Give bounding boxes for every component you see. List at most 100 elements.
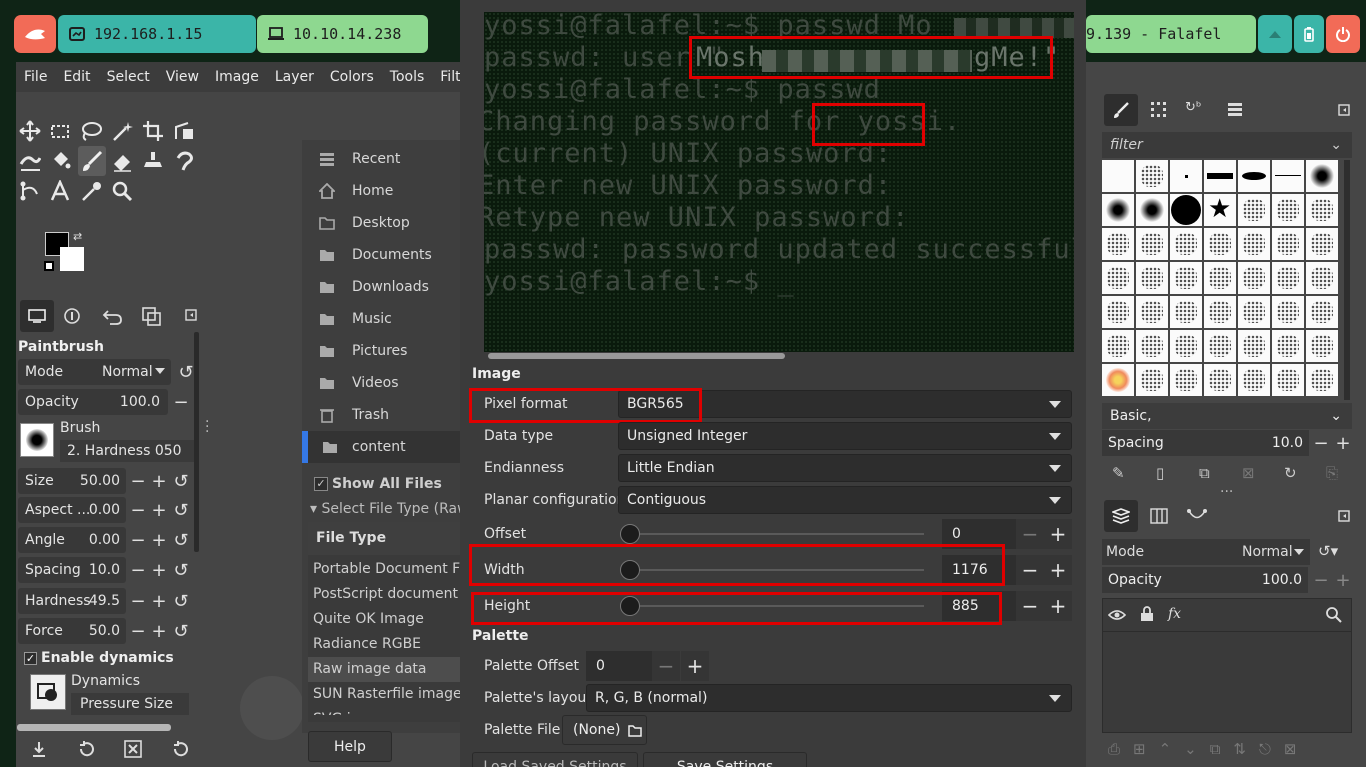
- endianness-combo[interactable]: Little Endian: [618, 454, 1072, 482]
- file-type-row[interactable]: Radiance RGBE: [308, 632, 460, 657]
- palette-offset-plus[interactable]: +: [681, 651, 709, 681]
- channels-tab-icon[interactable]: [1150, 508, 1168, 524]
- delete-brush-icon[interactable]: ⊠: [1242, 464, 1255, 482]
- brush-thumbnail[interactable]: [1204, 296, 1236, 328]
- place-content[interactable]: content: [302, 431, 460, 463]
- brush-thumbnail[interactable]: [1306, 364, 1338, 396]
- brush-thumbnail[interactable]: [1102, 296, 1134, 328]
- rect-select-tool-icon[interactable]: [47, 118, 73, 144]
- file-type-row[interactable]: SVG image: [308, 707, 460, 715]
- layers-tab[interactable]: [1104, 500, 1138, 532]
- brush-thumbnail[interactable]: [1306, 228, 1338, 260]
- layer-mode-reset-icon[interactable]: ↺▾: [1318, 542, 1338, 560]
- spacing-plus[interactable]: +: [148, 559, 170, 581]
- edit-brush-icon[interactable]: ✎: [1112, 464, 1125, 482]
- brush-thumbnail[interactable]: [1204, 364, 1236, 396]
- menu-view[interactable]: View: [158, 69, 207, 85]
- effects-fx-icon[interactable]: fx: [1168, 606, 1181, 622]
- width-minus[interactable]: −: [1016, 555, 1044, 585]
- force-plus[interactable]: +: [148, 620, 170, 642]
- file-type-expander[interactable]: ▾ Select File Type (Raw i: [310, 501, 477, 517]
- brush-thumbnail[interactable]: [1204, 160, 1236, 192]
- menu-edit[interactable]: Edit: [55, 69, 98, 85]
- dynamics-preview[interactable]: [30, 674, 66, 710]
- tab-192-168-1-15[interactable]: 192.168.1.15: [58, 15, 256, 53]
- layer-opacity-slider[interactable]: Opacity 100.0: [1102, 567, 1308, 593]
- place-downloads[interactable]: Downloads: [302, 271, 460, 303]
- brushes-dock-menu-icon[interactable]: [1338, 104, 1350, 116]
- dock-menu-icon[interactable]: [185, 309, 197, 321]
- brush-thumbnail[interactable]: [1136, 194, 1168, 226]
- brush-thumbnail[interactable]: [1102, 194, 1134, 226]
- palette-offset-input[interactable]: 0: [586, 651, 652, 681]
- planar-config-combo[interactable]: Contiguous: [618, 486, 1072, 514]
- place-trash[interactable]: Trash: [302, 399, 460, 431]
- preview-hscrollbar[interactable]: [488, 353, 785, 359]
- enable-dynamics-checkbox[interactable]: ✓: [24, 652, 37, 665]
- mode-combo[interactable]: Mode Normal: [18, 359, 171, 385]
- file-type-row[interactable]: SUN Rasterfile image: [308, 682, 460, 707]
- battery-button[interactable]: [1294, 15, 1324, 53]
- load-saved-settings-button[interactable]: Load Saved Settings: [472, 752, 638, 767]
- height-plus[interactable]: +: [1044, 591, 1072, 621]
- unified-transform-tool-icon[interactable]: [171, 118, 197, 144]
- new-brush-icon[interactable]: ▯: [1156, 464, 1164, 482]
- spacing-reset-icon[interactable]: ↺: [170, 559, 192, 581]
- brush-thumbnail[interactable]: [1238, 228, 1270, 260]
- file-type-row-selected[interactable]: Raw image data: [308, 657, 460, 682]
- brush-name-field[interactable]: 2. Hardness 050: [60, 440, 194, 462]
- place-music[interactable]: Music: [302, 303, 460, 335]
- brush-preview[interactable]: [20, 423, 54, 457]
- size-plus[interactable]: +: [148, 470, 170, 492]
- power-button[interactable]: [1326, 15, 1360, 53]
- place-desktop[interactable]: Desktop: [302, 207, 460, 239]
- warp-tool-icon[interactable]: [17, 148, 43, 174]
- brush-thumbnail[interactable]: [1272, 262, 1304, 294]
- brush-thumbnail[interactable]: ★: [1204, 194, 1236, 226]
- toolbox-scrollbar[interactable]: [194, 332, 199, 552]
- height-minus[interactable]: −: [1016, 591, 1044, 621]
- brush-thumbnail[interactable]: [1204, 330, 1236, 362]
- brush-thumbnail[interactable]: [1170, 296, 1202, 328]
- brush-thumbnail[interactable]: [1238, 364, 1270, 396]
- brush-grid-scrollbar[interactable]: [1344, 160, 1350, 400]
- place-pictures[interactable]: Pictures: [302, 335, 460, 367]
- eraser-tool-icon[interactable]: [109, 148, 135, 174]
- brush-thumbnail[interactable]: [1204, 262, 1236, 294]
- default-colors-icon[interactable]: [44, 261, 54, 271]
- file-type-row[interactable]: PostScript document: [308, 582, 460, 607]
- brush-thumbnail[interactable]: [1238, 330, 1270, 362]
- brush-thumbnail[interactable]: [1272, 194, 1304, 226]
- hardness-plus[interactable]: +: [148, 590, 170, 612]
- file-type-row[interactable]: Portable Document Fori: [308, 557, 460, 582]
- brush-thumbnail[interactable]: [1136, 160, 1168, 192]
- force-reset-icon[interactable]: ↺: [170, 620, 192, 642]
- save-tool-options-icon[interactable]: [30, 740, 48, 758]
- layer-opacity-plus[interactable]: +: [1332, 569, 1354, 591]
- spacing-slider[interactable]: Spacing 10.0: [18, 557, 126, 583]
- brush-thumbnail[interactable]: [1272, 160, 1304, 192]
- brush-thumbnail[interactable]: [1238, 160, 1270, 192]
- brush-thumbnail[interactable]: [1136, 228, 1168, 260]
- layer-mode-combo[interactable]: Mode Normal: [1102, 539, 1310, 565]
- patterns-tab-icon[interactable]: [1150, 101, 1168, 119]
- offset-minus[interactable]: −: [1016, 519, 1044, 549]
- aspect-ratio-slider[interactable]: Aspect ... 0.00: [18, 497, 126, 523]
- brush-thumbnail[interactable]: [1170, 194, 1202, 226]
- menu-select[interactable]: Select: [99, 69, 158, 85]
- toolbox-hscrollbar[interactable]: [17, 724, 171, 731]
- opacity-minus[interactable]: −: [170, 391, 192, 413]
- angle-minus[interactable]: −: [127, 529, 149, 551]
- brush-thumbnail[interactable]: [1272, 296, 1304, 328]
- size-slider[interactable]: Size 50.00: [18, 468, 126, 494]
- zoom-tool-icon[interactable]: [109, 178, 135, 204]
- tab-10-10-14-238[interactable]: 10.10.14.238: [257, 15, 428, 53]
- aspect-plus[interactable]: +: [148, 499, 170, 521]
- angle-reset-icon[interactable]: ↺: [170, 529, 192, 551]
- color-picker-tool-icon[interactable]: [78, 178, 104, 204]
- brush-thumbnail[interactable]: [1238, 296, 1270, 328]
- hardness-reset-icon[interactable]: ↺: [170, 590, 192, 612]
- open-brush-icon[interactable]: ⎘: [1326, 464, 1338, 482]
- restore-tool-options-icon[interactable]: [77, 740, 95, 758]
- brush-thumbnail[interactable]: [1170, 160, 1202, 192]
